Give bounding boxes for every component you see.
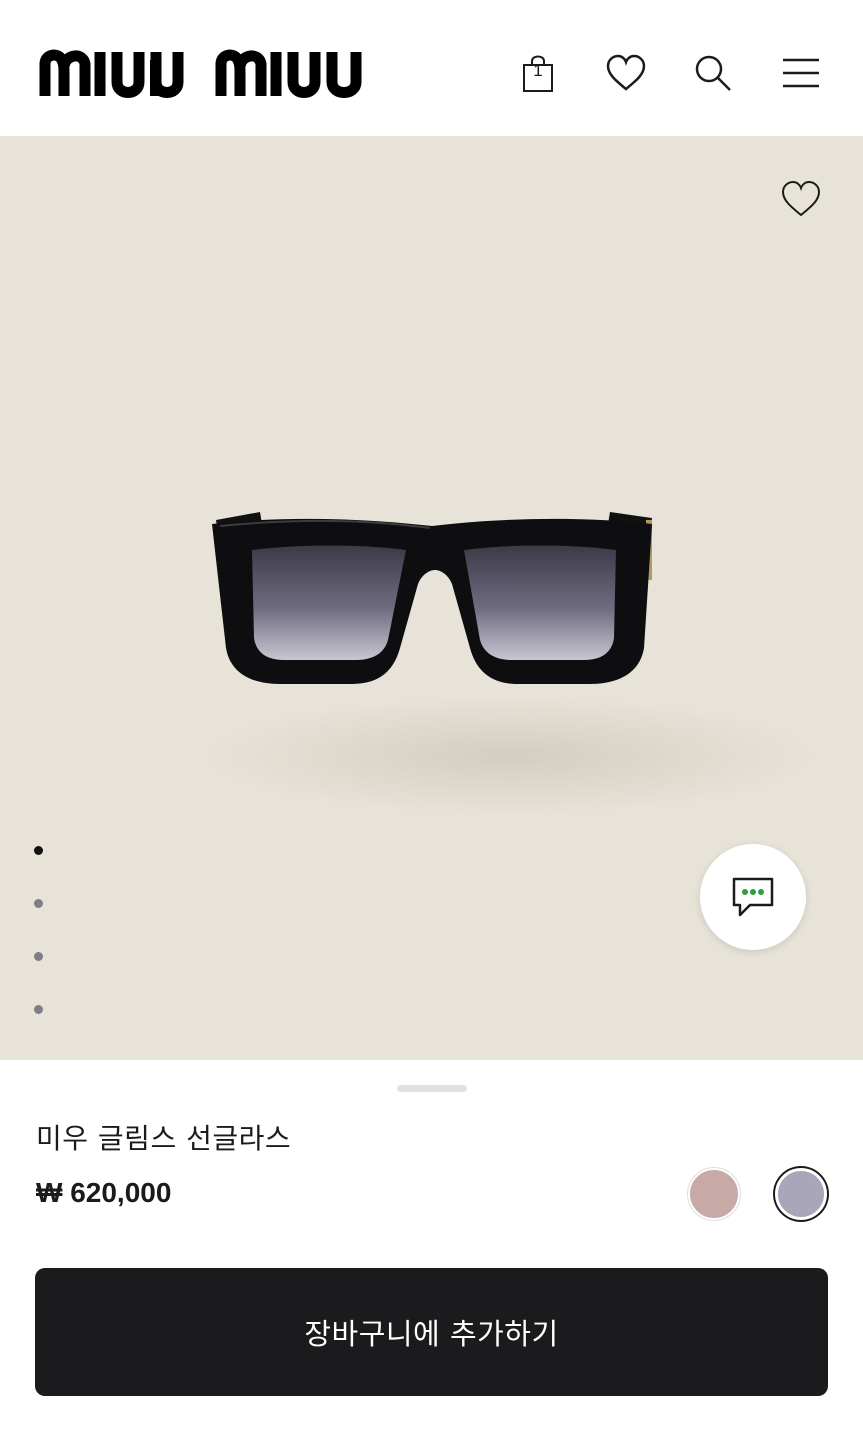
product-name: 미우 글림스 선글라스 <box>36 1122 292 1155</box>
chat-button[interactable] <box>700 844 806 950</box>
heart-icon <box>606 54 646 91</box>
sheet-drag-handle[interactable] <box>397 1085 467 1092</box>
product-image-gallery[interactable] <box>0 136 863 1060</box>
wishlist-button[interactable] <box>603 50 649 96</box>
miu-miu-logo[interactable] <box>38 44 368 104</box>
search-button[interactable] <box>690 50 736 96</box>
header: 1 <box>0 0 863 136</box>
add-to-cart-button[interactable]: 장바구니에 추가하기 <box>35 1268 828 1396</box>
pagination-dot-2[interactable] <box>34 899 43 908</box>
pagination-dot-4[interactable] <box>34 1005 43 1014</box>
product-price: ₩ 620,000 <box>36 1177 172 1208</box>
product-shadow <box>200 696 820 816</box>
menu-button[interactable] <box>778 50 824 96</box>
pagination-dot-3[interactable] <box>34 952 43 961</box>
pagination-dot-1[interactable] <box>34 846 43 855</box>
gallery-pagination <box>34 846 46 1058</box>
shopping-bag-button[interactable]: 1 <box>515 50 561 96</box>
sunglasses-image <box>212 512 652 684</box>
hamburger-menu-icon <box>783 58 819 88</box>
bag-count-badge: 1 <box>533 61 543 80</box>
heart-icon <box>781 180 821 217</box>
chat-icon <box>732 877 774 917</box>
color-swatch-pink[interactable] <box>688 1168 740 1220</box>
color-swatch-lilac-selected[interactable] <box>775 1168 827 1220</box>
search-icon <box>695 55 731 91</box>
add-to-wishlist-button[interactable] <box>776 174 826 224</box>
